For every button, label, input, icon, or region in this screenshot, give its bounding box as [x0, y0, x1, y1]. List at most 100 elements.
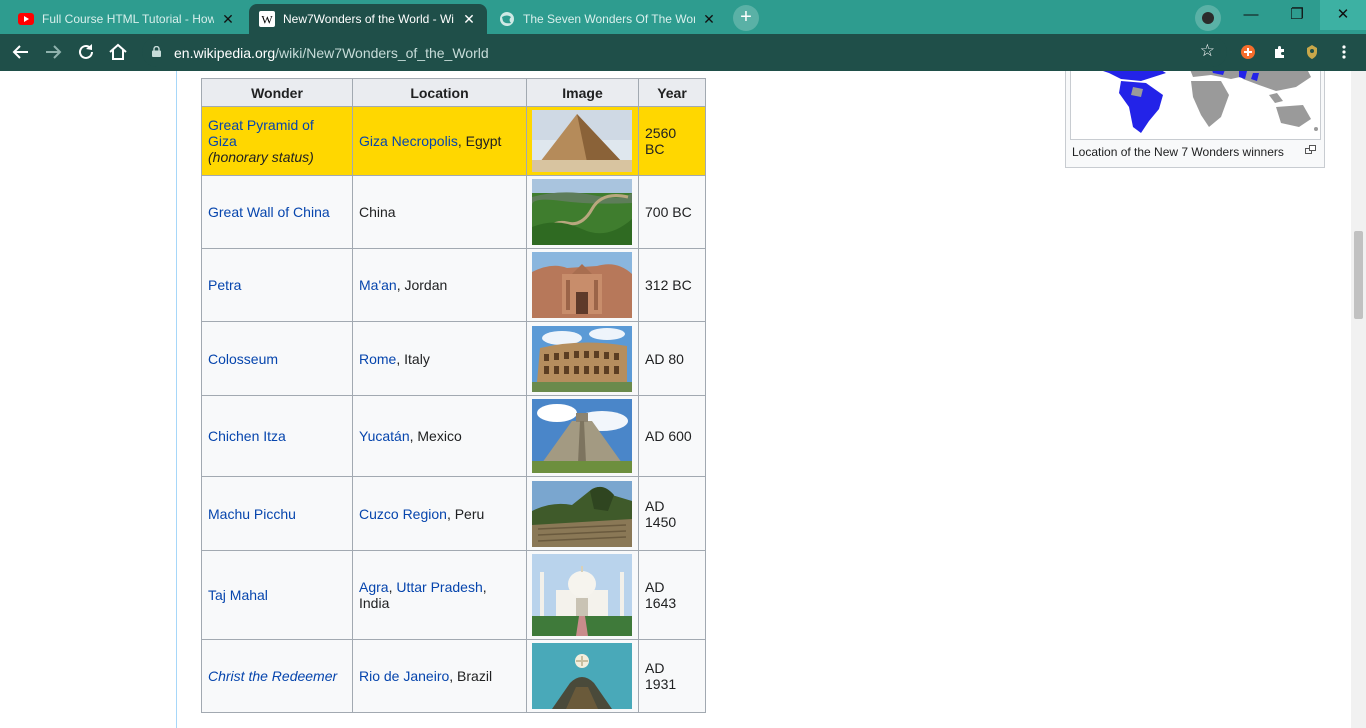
- tab-wikipedia[interactable]: W New7Wonders of the World - Wi ✕: [249, 4, 487, 34]
- wonder-cell: Great Wall of China: [201, 175, 353, 249]
- location-text: , Mexico: [409, 428, 462, 444]
- browser-toolbar: en.wikipedia.org/wiki/New7Wonders_of_the…: [0, 34, 1366, 71]
- year-cell: AD 1931: [638, 639, 706, 713]
- christ-redeemer-photo[interactable]: [532, 643, 632, 709]
- restore-button[interactable]: ❐: [1274, 0, 1320, 30]
- great-wall-photo[interactable]: [532, 179, 632, 245]
- location-text: , Peru: [446, 505, 485, 522]
- new-tab-button[interactable]: +: [733, 5, 759, 31]
- minimize-button[interactable]: —: [1228, 0, 1274, 30]
- table-row: Great Wall of China China 700 BC: [201, 175, 706, 249]
- url-host: en.wikipedia.org: [174, 45, 276, 61]
- chevron-down-icon: [1202, 12, 1214, 24]
- world-map-winners-image[interactable]: [1070, 71, 1321, 140]
- browser-menu-icon[interactable]: [1334, 42, 1354, 62]
- wonder-cell: Chichen Itza: [201, 395, 353, 477]
- tab-youtube[interactable]: Full Course HTML Tutorial - How ✕: [8, 4, 246, 34]
- wonder-link[interactable]: Colosseum: [208, 351, 278, 367]
- colosseum-photo[interactable]: [532, 325, 632, 392]
- column-header-image[interactable]: Image: [526, 78, 639, 107]
- wonder-link[interactable]: Christ the Redeemer: [208, 668, 337, 684]
- table-row: Great Pyramid of Giza (honorary status) …: [201, 106, 706, 176]
- window-close-button[interactable]: ✕: [1320, 0, 1366, 30]
- url-text[interactable]: en.wikipedia.org/wiki/New7Wonders_of_the…: [174, 45, 489, 61]
- back-arrow-icon: [12, 45, 28, 59]
- address-bar[interactable]: en.wikipedia.org/wiki/New7Wonders_of_the…: [142, 37, 1227, 67]
- location-link[interactable]: Agra: [359, 579, 389, 595]
- column-header-wonder[interactable]: Wonder: [201, 78, 353, 107]
- wonder-link[interactable]: Machu Picchu: [208, 506, 296, 522]
- location-link[interactable]: Rio de Janeiro: [359, 668, 449, 684]
- table-row: Chichen Itza Yucatán, Mexico AD 600: [201, 395, 706, 477]
- vertical-scrollbar[interactable]: [1351, 71, 1366, 728]
- tab-search-button[interactable]: [1195, 5, 1221, 31]
- home-button[interactable]: [106, 40, 130, 64]
- image-cell: [526, 106, 639, 176]
- location-cell: Cuzco Region, Peru: [352, 476, 527, 551]
- browser-tab-strip: Full Course HTML Tutorial - How ✕ W New7…: [0, 0, 1366, 34]
- back-button[interactable]: [9, 40, 33, 64]
- location-link[interactable]: Giza Necropolis: [359, 133, 458, 149]
- extensions-puzzle-icon[interactable]: [1270, 42, 1290, 62]
- table-row: Machu Picchu Cuzco Region, Peru AD 1450: [201, 476, 706, 551]
- great-pyramid-photo[interactable]: [532, 110, 632, 172]
- location-text: China: [359, 204, 396, 220]
- image-cell: [526, 395, 639, 477]
- map-caption: Location of the New 7 Wonders winners: [1072, 145, 1284, 159]
- wonder-link[interactable]: Petra: [208, 277, 241, 293]
- wonder-cell: Colosseum: [201, 321, 353, 396]
- location-cell: Agra, Uttar Pradesh, India: [352, 550, 527, 640]
- year-cell: AD 600: [638, 395, 706, 477]
- bookmark-star-icon[interactable]: ☆: [1200, 41, 1215, 61]
- location-link[interactable]: Uttar Pradesh: [396, 579, 482, 595]
- table-row: Taj Mahal Agra, Uttar Pradesh, India AD …: [201, 550, 706, 640]
- tab-close-icon[interactable]: ✕: [220, 11, 236, 27]
- location-text: , Brazil: [449, 668, 493, 684]
- image-cell: [526, 476, 639, 551]
- wonder-cell: Christ the Redeemer: [201, 639, 353, 713]
- table-row: Colosseum Rome, Italy AD 80: [201, 321, 706, 396]
- year-cell: 312 BC: [638, 248, 706, 322]
- youtube-icon: [18, 11, 34, 27]
- lock-icon[interactable]: [152, 46, 161, 57]
- profile-avatar-icon[interactable]: [1302, 42, 1322, 62]
- globe-icon: [499, 11, 515, 27]
- chichen-itza-photo[interactable]: [532, 399, 632, 473]
- tab-close-icon[interactable]: ✕: [461, 11, 477, 27]
- location-link[interactable]: Cuzco Region: [359, 506, 447, 522]
- wonder-link[interactable]: Great Pyramid of Giza: [208, 117, 314, 149]
- location-link[interactable]: Yucatán: [359, 428, 410, 444]
- wonder-cell: Great Pyramid of Giza (honorary status): [201, 106, 353, 176]
- image-cell: [526, 175, 639, 249]
- taj-mahal-photo[interactable]: [532, 554, 632, 636]
- forward-button[interactable]: [41, 40, 65, 64]
- tab-title: Full Course HTML Tutorial - How: [42, 12, 214, 26]
- wonder-link[interactable]: Great Wall of China: [208, 204, 330, 220]
- year-cell: 2560 BC: [638, 106, 706, 176]
- petra-photo[interactable]: [532, 252, 632, 318]
- wonder-link[interactable]: Taj Mahal: [208, 587, 268, 603]
- location-cell: Rio de Janeiro, Brazil: [352, 639, 527, 713]
- machu-picchu-photo[interactable]: [532, 480, 632, 547]
- table-header-row: Wonder Location Image Year: [201, 78, 706, 107]
- table-row: Petra Ma'an, Jordan 312 BC: [201, 248, 706, 322]
- wonder-cell: Taj Mahal: [201, 550, 353, 640]
- reload-button[interactable]: [74, 40, 98, 64]
- location-link[interactable]: Ma'an: [359, 277, 397, 293]
- column-header-year[interactable]: Year: [638, 78, 706, 107]
- tab-title: The Seven Wonders Of The Worl: [523, 12, 695, 26]
- wonder-note: (honorary status): [208, 149, 314, 165]
- tab-seven-wonders[interactable]: The Seven Wonders Of The Worl ✕: [489, 4, 727, 34]
- year-cell: 700 BC: [638, 175, 706, 249]
- tab-close-icon[interactable]: ✕: [701, 11, 717, 27]
- reload-icon: [79, 44, 93, 59]
- year-cell: AD 1643: [638, 550, 706, 640]
- column-header-location[interactable]: Location: [352, 78, 527, 107]
- tab-title: New7Wonders of the World - Wi: [283, 12, 454, 26]
- wonder-link[interactable]: Chichen Itza: [208, 428, 286, 444]
- brave-extension-icon[interactable]: [1238, 42, 1258, 62]
- location-cell: China: [352, 175, 527, 249]
- enlarge-icon[interactable]: [1305, 145, 1316, 154]
- scrollbar-thumb[interactable]: [1354, 231, 1363, 319]
- location-link[interactable]: Rome: [359, 351, 396, 367]
